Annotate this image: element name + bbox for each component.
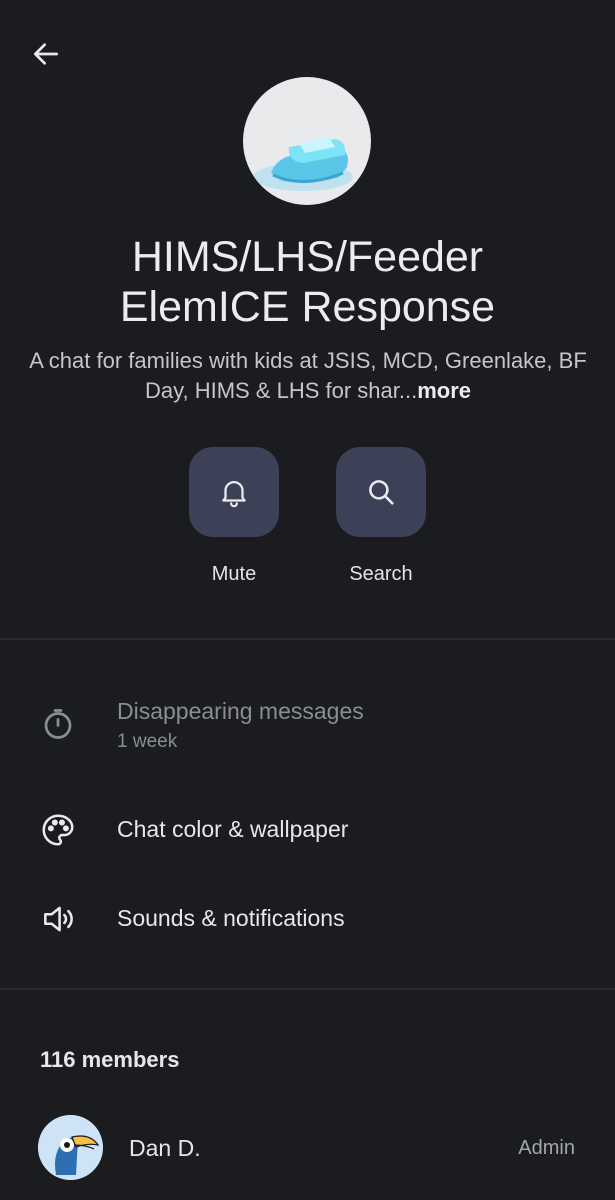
mute-label: Mute [211,563,257,585]
divider [0,638,615,640]
group-title-line-2: ElemICE Response [119,283,496,331]
search-label: Search [349,563,413,585]
arrow-left-icon [34,43,58,65]
back-button[interactable] [26,34,66,74]
search-button[interactable] [336,447,426,537]
bell-icon [222,481,246,508]
group-description-text: A chat for families with kids at JSIS, M… [29,348,587,403]
member-name: Dan D. [129,1135,201,1161]
divider [0,988,615,990]
member-avatar [38,1115,103,1180]
mute-action[interactable]: Mute [189,447,279,586]
members-count-title: 116 members [40,1047,180,1072]
search-icon [369,480,394,505]
disappearing-messages-label: Disappearing messages [117,698,364,724]
toucan-icon [38,1115,103,1180]
group-description[interactable]: A chat for families with kids at JSIS, M… [28,346,588,406]
speaker-icon [38,899,78,939]
group-title: HIMS/LHS/Feeder ElemICE Response [40,232,575,332]
group-avatar[interactable] [243,77,371,205]
palette-icon [38,810,78,850]
ice-cube-icon [253,137,353,191]
timer-icon [38,704,78,744]
more-link[interactable]: more [417,378,471,403]
chat-color-wallpaper-row[interactable]: Chat color & wallpaper [0,808,615,852]
chat-color-wallpaper-label: Chat color & wallpaper [117,816,349,842]
search-action[interactable]: Search [336,447,426,586]
group-title-line-1: HIMS/LHS/Feeder [131,233,484,281]
disappearing-messages-row[interactable]: Disappearing messages 1 week [0,694,615,754]
sounds-notifications-row[interactable]: Sounds & notifications [0,897,615,941]
sounds-notifications-label: Sounds & notifications [117,905,345,931]
mute-button[interactable] [189,447,279,537]
member-row[interactable]: Dan D. Admin [0,1115,615,1181]
disappearing-messages-value: 1 week [117,731,178,752]
member-role-badge: Admin [518,1137,575,1159]
